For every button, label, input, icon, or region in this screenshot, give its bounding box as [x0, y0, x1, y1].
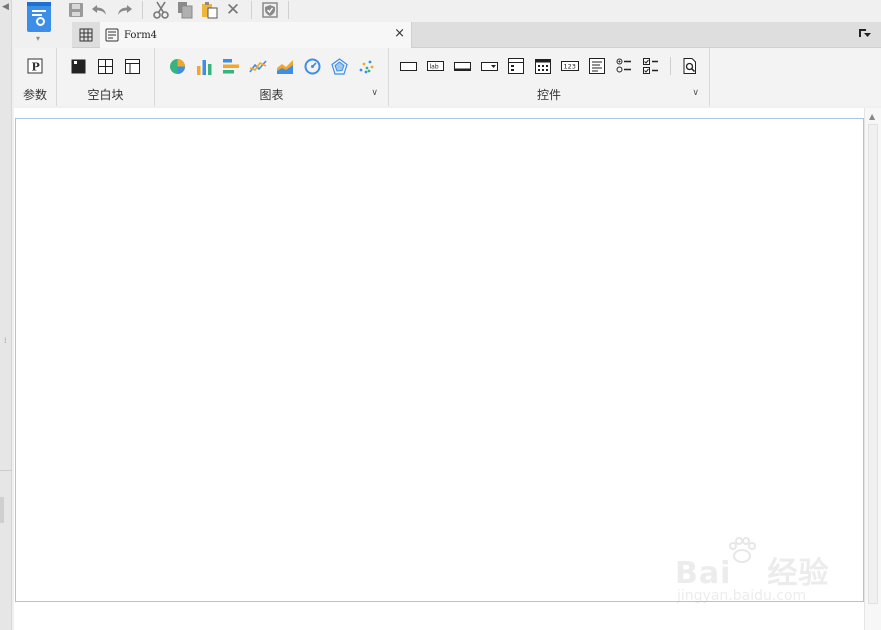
shield-icon[interactable] [258, 0, 282, 20]
checkbox-group-widget-icon[interactable] [638, 56, 665, 76]
chevron-down-icon[interactable]: ∨ [371, 88, 378, 98]
button-widget-icon[interactable] [395, 56, 422, 76]
redo-icon[interactable] [112, 0, 136, 20]
textarea-widget-icon[interactable] [584, 56, 611, 76]
dropdown-widget-icon[interactable] [476, 56, 503, 76]
watermark-url: jingyan.baidu.com [677, 588, 807, 604]
vertical-scrollbar[interactable]: ▲ [864, 108, 881, 630]
grid-icon[interactable] [72, 22, 100, 48]
ribbon-group-chart: 图表 ∨ [155, 48, 389, 106]
report-doc-icon [27, 2, 51, 32]
widget-separator [665, 56, 677, 76]
scrollbar-thumb[interactable] [868, 124, 878, 604]
tab-menu-icon[interactable] [859, 28, 871, 41]
absolute-block-icon[interactable] [65, 56, 92, 76]
ribbon-toolbar: P 参数 空白块 图表 ∨ lab 123 控件 ∨ [14, 48, 881, 106]
group-label: 控件 [536, 88, 561, 102]
label-widget-icon[interactable]: lab [422, 56, 449, 76]
line-chart-icon[interactable] [245, 56, 272, 76]
paste-icon[interactable] [197, 0, 221, 20]
gauge-chart-icon[interactable] [299, 56, 326, 76]
text-field-widget-icon[interactable] [449, 56, 476, 76]
panel-divider [0, 470, 12, 471]
dropdown-tree-widget-icon[interactable] [503, 56, 530, 76]
left-panel-strip[interactable]: ◀ ⁞ [0, 0, 12, 630]
svg-text:lab: lab [429, 64, 438, 71]
cut-icon[interactable] [149, 0, 173, 20]
splitter-grip-icon[interactable]: ⁞ [4, 336, 7, 345]
scroll-up-arrow-icon[interactable]: ▲ [869, 112, 875, 121]
group-label: 图表 [259, 88, 284, 102]
date-widget-icon[interactable] [530, 56, 557, 76]
scatter-chart-icon[interactable] [353, 56, 380, 76]
number-widget-icon[interactable]: 123 [557, 56, 584, 76]
toolbar-separator [142, 1, 143, 19]
pie-chart-icon[interactable] [164, 56, 191, 76]
toolbar-separator [251, 1, 252, 19]
collapse-arrow-icon[interactable]: ◀ [2, 2, 9, 12]
tab-block-icon[interactable] [119, 56, 146, 76]
ribbon-group-blank: 空白块 [57, 48, 155, 106]
search-widget-icon[interactable] [677, 56, 704, 76]
bar-chart-icon[interactable] [191, 56, 218, 76]
toolbar-separator [288, 1, 289, 19]
chevron-down-icon: ▾ [36, 34, 41, 43]
split-block-icon[interactable] [92, 56, 119, 76]
ribbon-group-param: P 参数 [14, 48, 57, 106]
radio-group-widget-icon[interactable] [611, 56, 638, 76]
group-label: 空白块 [87, 88, 124, 102]
parameter-icon[interactable]: P [22, 56, 49, 76]
panel-tab-handle[interactable] [0, 497, 4, 523]
svg-text:P: P [32, 61, 40, 74]
app-menu-button[interactable]: ▾ [26, 0, 54, 46]
tab-label: Form4 [124, 29, 158, 41]
watermark-text: Bai 经验 [675, 556, 830, 591]
close-icon[interactable]: × [394, 26, 405, 42]
horizontal-bar-chart-icon[interactable] [218, 56, 245, 76]
group-label: 参数 [22, 88, 47, 102]
svg-text:123: 123 [564, 63, 576, 71]
area-chart-icon[interactable] [272, 56, 299, 76]
baidu-jingyan-watermark: Bai 经验 jingyan.baidu.com [675, 530, 845, 610]
document-tab-bar: Form4 × [72, 22, 881, 48]
radar-chart-icon[interactable] [326, 56, 353, 76]
delete-icon[interactable]: ✕ [221, 0, 245, 20]
chevron-down-icon[interactable]: ∨ [692, 88, 699, 98]
form-icon [105, 28, 119, 42]
quick-access-toolbar: ✕ [64, 0, 295, 20]
save-icon[interactable] [64, 0, 88, 20]
ribbon-group-widget: lab 123 控件 ∨ [389, 48, 710, 106]
tab-form4[interactable]: Form4 × [100, 22, 412, 48]
undo-icon[interactable] [88, 0, 112, 20]
copy-icon[interactable] [173, 0, 197, 20]
